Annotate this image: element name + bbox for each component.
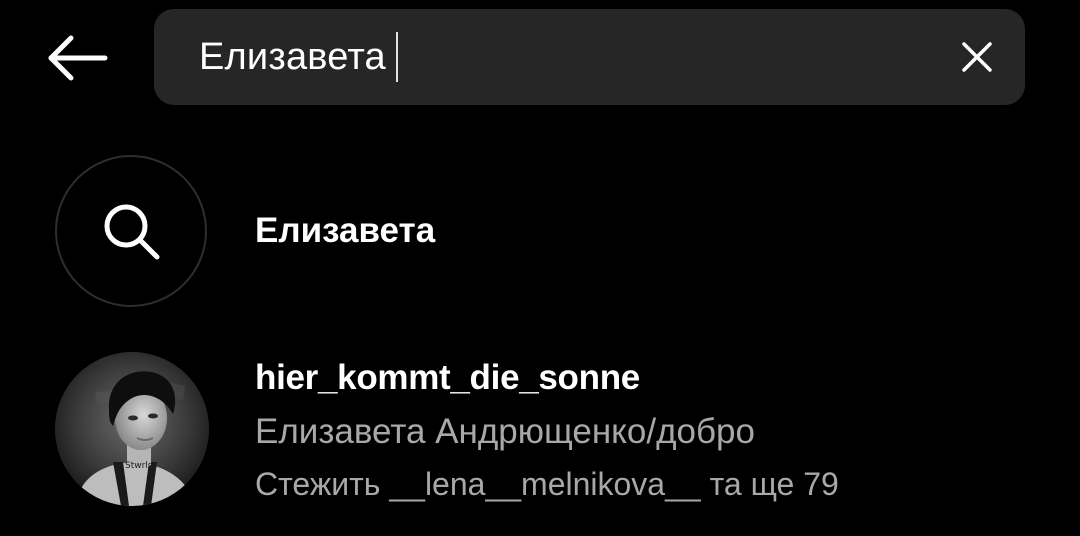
back-button[interactable] bbox=[40, 30, 114, 86]
avatar-image: Stwrlsr bbox=[55, 352, 209, 506]
search-screen: Елизавета Елизавета Stwrlsr hier_kommt_d… bbox=[0, 0, 1080, 536]
search-suggestion-row[interactable]: Елизавета bbox=[55, 155, 1045, 307]
user-result-row[interactable]: Stwrlsr hier_kommt_die_sonne Елизавета А… bbox=[55, 352, 1045, 512]
search-input[interactable]: Елизавета bbox=[199, 31, 398, 83]
text-caret bbox=[395, 32, 398, 82]
username: hier_kommt_die_sonne bbox=[255, 358, 640, 397]
avatar[interactable]: Stwrlsr bbox=[55, 352, 209, 506]
clear-search-button[interactable] bbox=[957, 37, 997, 77]
search-bar[interactable]: Елизавета bbox=[154, 9, 1025, 105]
close-icon bbox=[962, 42, 992, 72]
search-suggestion-icon-circle bbox=[55, 155, 207, 307]
avatar-caption: Stwrlsr bbox=[125, 461, 156, 471]
search-query: Елизавета bbox=[199, 35, 386, 78]
followed-by-text: Стежить __lena__melnikova__ та ще 79 bbox=[255, 466, 839, 502]
search-icon bbox=[104, 204, 160, 260]
arrow-left-icon bbox=[48, 35, 108, 81]
suggestion-label: Елизавета bbox=[255, 211, 436, 250]
full-name: Елизавета Андрющенко/добро bbox=[255, 412, 755, 451]
